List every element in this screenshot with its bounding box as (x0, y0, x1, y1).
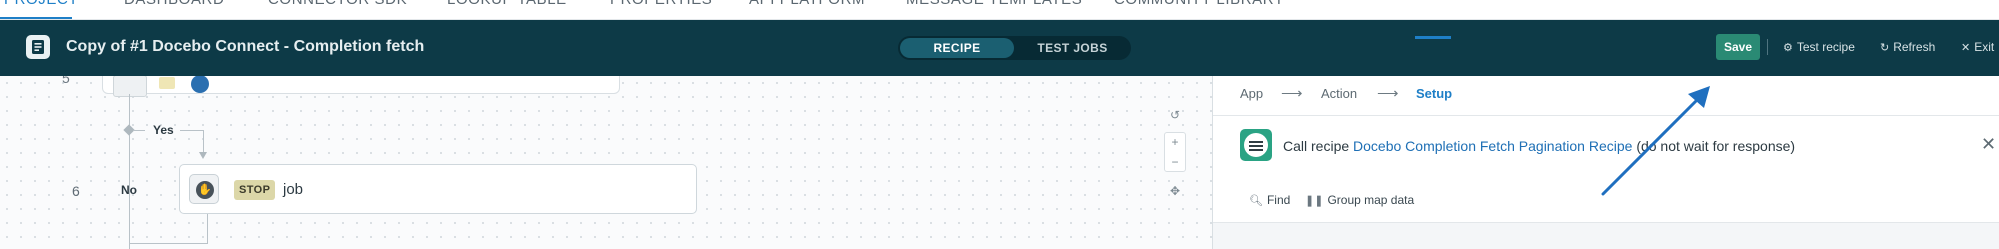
breadcrumb-action[interactable]: Action (1321, 86, 1357, 101)
yes-line-down (203, 130, 204, 152)
stop-step-card[interactable]: ✋ STOP job (179, 164, 697, 214)
nav-item-community-library[interactable]: COMMUNITY LIBRARY (1114, 0, 1285, 8)
call-recipe-icon (1240, 129, 1272, 161)
arrow-right-icon: ⟶ (1377, 85, 1399, 102)
flow-line (129, 94, 130, 249)
call-recipe-suffix: (do not wait for response) (1636, 138, 1796, 154)
step-panel: App ⟶ Action ⟶ Setup Call recipe Docebo … (1212, 76, 1999, 249)
search-icon: 🔍︎ (1249, 195, 1263, 207)
arrow-down-icon (113, 76, 147, 97)
hand-icon: ✋ (189, 174, 219, 204)
arrow-down-icon (199, 152, 207, 159)
call-recipe-description: Call recipe Docebo Completion Fetch Pagi… (1283, 138, 1795, 154)
close-icon[interactable]: ✕ (1981, 134, 1996, 155)
test-recipe-button[interactable]: ⚙ Test recipe (1783, 40, 1855, 54)
yes-line-right (180, 130, 203, 131)
test-recipe-label: Test recipe (1796, 40, 1855, 54)
columns-icon: ❚❚ (1305, 195, 1324, 207)
nav-item-message-templates[interactable]: MESSAGE TEMPLATES (906, 0, 1082, 8)
nav-item-connector-sdk[interactable]: CONNECTOR SDK (268, 0, 407, 8)
reset-icon[interactable]: ↺ (1164, 106, 1186, 124)
nav-item-lookup-table[interactable]: LOOKUP TABLE (447, 0, 567, 8)
branch-no-label: No (121, 183, 137, 197)
recipe-header: Copy of #1 Docebo Connect - Completion f… (0, 20, 1999, 76)
panel-footer (1213, 222, 1999, 249)
arrow-right-icon: ⟶ (1281, 85, 1303, 102)
stop-badge: STOP (234, 180, 276, 200)
nav-item-project[interactable]: PROJECT (4, 0, 78, 8)
zoom-in-button[interactable]: + (1164, 133, 1186, 151)
refresh-button[interactable]: ↻ Refresh (1880, 40, 1935, 54)
nav-item-properties[interactable]: PROPERTIES (610, 0, 712, 8)
app-icon (191, 76, 209, 93)
breadcrumb-setup[interactable]: Setup (1416, 86, 1452, 101)
breadcrumb-app[interactable]: App (1240, 86, 1263, 101)
nav-item-dashboard[interactable]: DASHBOARD (124, 0, 224, 8)
call-recipe-prefix: Call recipe (1283, 138, 1350, 154)
zoom-out-button[interactable]: − (1164, 153, 1186, 171)
step-number: 6 (72, 183, 80, 199)
tab-test-jobs[interactable]: TEST JOBS (1016, 38, 1129, 58)
stop-job-text: job (283, 181, 304, 198)
group-map-label: Group map data (1327, 193, 1415, 207)
find-button[interactable]: 🔍︎ Find (1249, 193, 1290, 207)
nav-item-api-platform[interactable]: API PLATFORM (749, 0, 865, 8)
breadcrumb-active-underline (1415, 36, 1451, 39)
stop-line-down (207, 214, 208, 244)
no-line-bottom (129, 243, 207, 244)
yes-line-left (133, 130, 145, 131)
header-divider (1767, 39, 1768, 55)
exit-button[interactable]: ✕ Exit (1961, 40, 1994, 54)
recipe-icon (26, 35, 50, 59)
panel-divider (1213, 115, 1999, 116)
tab-recipe[interactable]: RECIPE (900, 38, 1014, 58)
prev-step-card[interactable] (102, 76, 620, 97)
find-label: Find (1266, 193, 1291, 207)
close-icon: ✕ (1961, 42, 1971, 54)
gear-icon: ⚙ (1783, 42, 1793, 54)
condition-badge (159, 77, 175, 89)
prev-step-number: 5 (62, 76, 70, 86)
save-button[interactable]: Save (1716, 34, 1760, 60)
recipe-link[interactable]: Docebo Completion Fetch Pagination Recip… (1353, 138, 1632, 154)
view-toggle: RECIPE TEST JOBS (898, 36, 1131, 60)
refresh-icon: ↻ (1880, 42, 1890, 54)
recipe-title: Copy of #1 Docebo Connect - Completion f… (66, 38, 425, 55)
branch-yes-label: Yes (153, 123, 174, 137)
fit-icon[interactable]: ✥ (1164, 182, 1186, 200)
refresh-label: Refresh (1893, 40, 1936, 54)
recipe-canvas[interactable]: 5 Yes 6 No ✋ STOP job ↺ + − ✥ (0, 76, 1212, 249)
top-nav: PROJECT DASHBOARD CONNECTOR SDK LOOKUP T… (0, 0, 1999, 20)
exit-label: Exit (1974, 40, 1995, 54)
group-map-button[interactable]: ❚❚ Group map data (1305, 193, 1414, 207)
